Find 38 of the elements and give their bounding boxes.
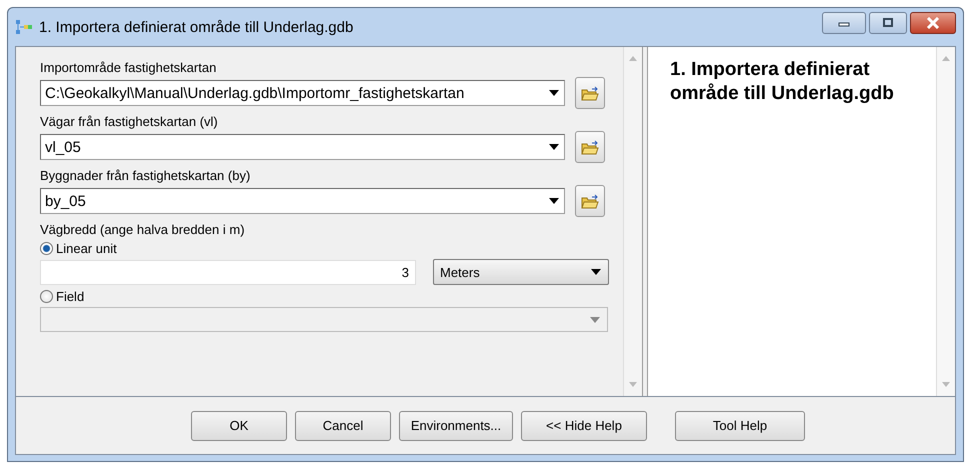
dropdown-arrow-icon bbox=[548, 89, 560, 97]
parameter-label: Vägbredd (ange halva bredden i m) bbox=[40, 221, 246, 239]
number-field[interactable]: 3 bbox=[40, 260, 416, 284]
dialog-button[interactable]: << Hide Help bbox=[521, 410, 647, 440]
folder-icon bbox=[581, 86, 599, 100]
field-dropdown[interactable] bbox=[40, 307, 608, 332]
dialog-button[interactable]: Tool Help bbox=[675, 410, 805, 440]
dialog-button[interactable]: Cancel bbox=[295, 410, 391, 440]
radio-label[interactable]: Field bbox=[56, 288, 84, 304]
parameter-label: Byggnader från fastighetskartan (by) bbox=[40, 167, 252, 185]
unit-dropdown[interactable]: Meters bbox=[433, 259, 609, 285]
dataset-dropdown[interactable]: vl_05 bbox=[40, 134, 565, 160]
window-title: 1. Importera definierat område till Underlag.gdb bbox=[39, 18, 354, 36]
folder-icon bbox=[581, 194, 599, 208]
maximize-icon bbox=[882, 18, 894, 28]
dropdown-arrow-icon bbox=[548, 143, 560, 151]
dialog-button[interactable]: OK bbox=[191, 410, 287, 440]
radio-label[interactable]: Linear unit bbox=[56, 240, 117, 256]
radio-button[interactable] bbox=[40, 290, 53, 302]
browse-button[interactable] bbox=[575, 185, 605, 217]
browse-button[interactable] bbox=[575, 131, 605, 163]
parameter-label: Vägar från fastighetskartan (vl) bbox=[40, 113, 219, 131]
maximize-button[interactable] bbox=[869, 12, 907, 34]
dropdown-arrow-icon bbox=[589, 316, 601, 324]
dataset-dropdown[interactable]: C:\Geokalkyl\Manual\Underlag.gdb\Importomr_fastighetskartan bbox=[40, 80, 565, 106]
dropdown-arrow-icon bbox=[590, 268, 602, 276]
close-button[interactable] bbox=[910, 12, 956, 34]
minimize-button[interactable] bbox=[822, 12, 866, 34]
help-title: 1. Importera definierat område till Underlag.gdb bbox=[669, 58, 895, 106]
dialog-button[interactable]: Environments... bbox=[399, 410, 513, 440]
dataset-dropdown[interactable]: by_05 bbox=[40, 188, 565, 214]
parameter-label: Importområde fastighetskartan bbox=[40, 59, 218, 77]
folder-icon bbox=[581, 140, 599, 154]
radio-button[interactable] bbox=[40, 242, 53, 254]
dropdown-arrow-icon bbox=[548, 197, 560, 205]
model-icon bbox=[15, 19, 33, 35]
browse-button[interactable] bbox=[575, 77, 605, 109]
close-icon bbox=[926, 17, 940, 29]
